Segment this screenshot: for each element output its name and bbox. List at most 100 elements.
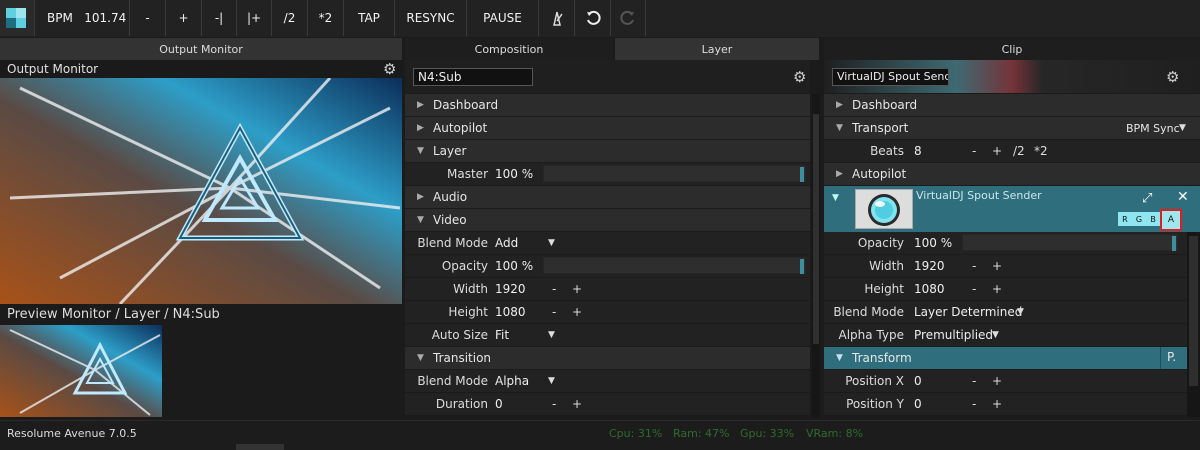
beats-double-button[interactable]: *2	[1034, 144, 1048, 158]
master-slider[interactable]	[543, 165, 806, 182]
dropdown-arrow-icon[interactable]: ▼	[1179, 123, 1186, 133]
beats-plus-button[interactable]: +	[992, 144, 1002, 158]
channel-g-toggle[interactable]: G	[1136, 215, 1142, 224]
comp-section-dashboard[interactable]: ▶ Dashboard	[405, 94, 810, 116]
redo-icon[interactable]	[610, 0, 646, 36]
slider-handle[interactable]	[800, 259, 804, 274]
nudge-back-button[interactable]: -|	[201, 0, 236, 36]
composition-scrollbar[interactable]	[812, 94, 820, 417]
channel-r-toggle[interactable]: R	[1122, 215, 1128, 224]
tab-layer[interactable]: Layer	[615, 38, 819, 60]
opacity-slider[interactable]	[543, 257, 806, 274]
clip-width-plus-button[interactable]: +	[992, 259, 1002, 273]
channel-b-toggle[interactable]: B	[1150, 215, 1156, 224]
channel-toggles: R G B	[1118, 212, 1160, 226]
clip-opacity-value[interactable]: 100 %	[914, 236, 952, 250]
half-bpm-button[interactable]: /2	[271, 0, 307, 36]
clip-scrollbar[interactable]	[1187, 232, 1200, 417]
tap-button[interactable]: TAP	[343, 0, 394, 36]
position-x-plus-button[interactable]: +	[992, 374, 1002, 388]
position-y-plus-button[interactable]: +	[992, 397, 1002, 411]
position-x-minus-button[interactable]: -	[972, 374, 976, 388]
channel-a-toggle[interactable]: A	[1160, 209, 1182, 231]
composition-settings-gear-icon[interactable]: ⚙	[793, 68, 806, 86]
clip-settings-gear-icon[interactable]: ⚙	[1166, 68, 1179, 86]
horizontal-scroll-handle[interactable]	[236, 444, 284, 450]
dropdown-arrow-icon[interactable]: ▼	[548, 238, 555, 248]
width-value[interactable]: 1920	[495, 282, 526, 296]
close-icon[interactable]: ✕	[1177, 189, 1189, 205]
output-settings-gear-icon[interactable]: ⚙	[383, 60, 396, 78]
position-x-value[interactable]: 0	[914, 374, 922, 388]
position-y-minus-button[interactable]: -	[972, 397, 976, 411]
opacity-value[interactable]: 100 %	[495, 259, 533, 273]
clip-width-value[interactable]: 1920	[914, 259, 945, 273]
width-plus-button[interactable]: +	[572, 282, 582, 296]
clip-width-minus-button[interactable]: -	[972, 259, 976, 273]
clip-section-autopilot[interactable]: ▶ Autopilot	[824, 163, 1200, 185]
bpm-minus-button[interactable]: -	[129, 0, 165, 36]
output-monitor-tab[interactable]: Output Monitor	[0, 38, 402, 60]
comp-section-layer[interactable]: ▼ Layer	[405, 140, 810, 162]
alpha-type-dropdown[interactable]: Premultiplied	[914, 328, 993, 342]
output-monitor-view[interactable]	[0, 78, 402, 304]
expand-icon[interactable]: ⤢	[1142, 191, 1152, 206]
resolume-logo-icon[interactable]	[0, 0, 34, 36]
position-y-value[interactable]: 0	[914, 397, 922, 411]
pause-button[interactable]: PAUSE	[466, 0, 538, 36]
clip-height-minus-button[interactable]: -	[972, 282, 976, 296]
comp-section-autopilot[interactable]: ▶ Autopilot	[405, 117, 810, 139]
width-minus-button[interactable]: -	[552, 282, 556, 296]
master-value[interactable]: 100 %	[495, 167, 533, 181]
auto-size-dropdown[interactable]: Fit	[495, 328, 509, 342]
collapse-triangle-icon[interactable]: ▼	[832, 193, 839, 203]
beats-minus-button[interactable]: -	[972, 144, 976, 158]
collapse-triangle-icon: ▼	[417, 146, 424, 156]
slider-handle[interactable]	[800, 167, 804, 182]
preview-monitor-view[interactable]	[0, 325, 162, 417]
bpm-display[interactable]: BPM 101.74	[34, 0, 129, 36]
duration-plus-button[interactable]: +	[572, 397, 582, 411]
clip-opacity-slider[interactable]	[962, 234, 1178, 251]
height-plus-button[interactable]: +	[572, 305, 582, 319]
duration-minus-button[interactable]: -	[552, 397, 556, 411]
expand-triangle-icon: ▶	[417, 123, 424, 133]
preview-monitor-title: Preview Monitor / Layer / N4:Sub	[7, 306, 220, 322]
clip-height-value[interactable]: 1080	[914, 282, 945, 296]
comp-section-transition[interactable]: ▼ Transition	[405, 347, 810, 369]
nudge-forward-button[interactable]: |+	[236, 0, 271, 36]
double-bpm-button[interactable]: *2	[307, 0, 343, 36]
clip-blend-mode-dropdown[interactable]: Layer Determined	[914, 305, 1022, 319]
clip-section-transport[interactable]: ▼ Transport BPM Sync ▼	[824, 117, 1200, 139]
tab-clip[interactable]: Clip	[824, 38, 1200, 60]
slider-handle[interactable]	[1172, 236, 1176, 251]
height-value[interactable]: 1080	[495, 305, 526, 319]
transition-blend-dropdown[interactable]: Alpha	[495, 374, 529, 388]
transform-preset-button[interactable]: P.	[1167, 350, 1176, 364]
dropdown-arrow-icon[interactable]: ▼	[1017, 307, 1024, 317]
clip-name-field[interactable]: VirtualDJ Spout Sender	[832, 68, 949, 86]
dropdown-arrow-icon[interactable]: ▼	[548, 376, 555, 386]
beats-half-button[interactable]: /2	[1013, 144, 1025, 158]
undo-icon[interactable]	[574, 0, 610, 36]
bpm-sync-dropdown[interactable]: BPM Sync	[1126, 122, 1180, 135]
blend-mode-dropdown[interactable]: Add	[495, 236, 518, 250]
dropdown-arrow-icon[interactable]: ▼	[548, 330, 555, 340]
clip-section-dashboard[interactable]: ▶ Dashboard	[824, 94, 1200, 116]
clip-section-transform[interactable]: ▼ Transform P.	[824, 347, 1200, 369]
tab-composition[interactable]: Composition	[405, 38, 613, 60]
source-thumbnail[interactable]	[855, 189, 913, 229]
clip-height-plus-button[interactable]: +	[992, 282, 1002, 296]
duration-value[interactable]: 0	[495, 397, 503, 411]
comp-section-audio[interactable]: ▶ Audio	[405, 186, 810, 208]
composition-name-field[interactable]: N4:Sub	[413, 68, 533, 86]
metronome-icon[interactable]	[538, 0, 574, 36]
dropdown-arrow-icon[interactable]: ▼	[992, 330, 999, 340]
vram-usage: VRam: 8%	[806, 427, 864, 440]
status-bar: Resolume Avenue 7.0.5 Cpu: 31% Ram: 47% …	[0, 420, 1200, 450]
beats-value[interactable]: 8	[914, 144, 922, 158]
height-minus-button[interactable]: -	[552, 305, 556, 319]
bpm-plus-button[interactable]: +	[165, 0, 201, 36]
resync-button[interactable]: RESYNC	[394, 0, 466, 36]
comp-section-video[interactable]: ▼ Video	[405, 209, 810, 231]
